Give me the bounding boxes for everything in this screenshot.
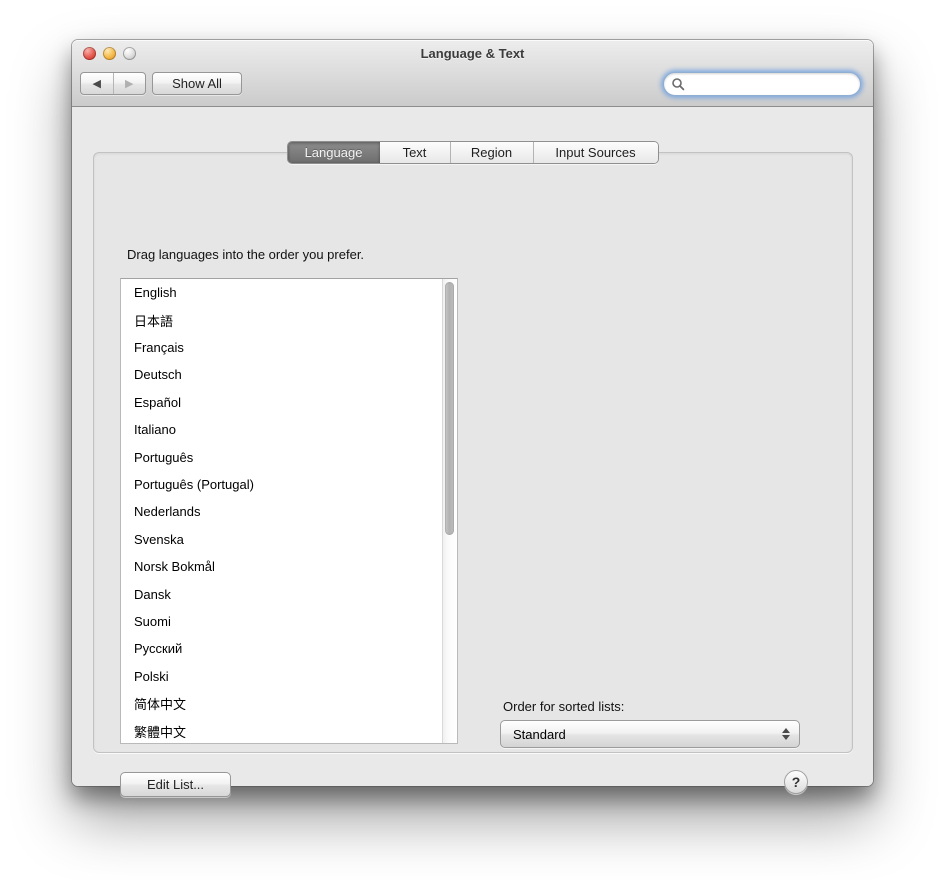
- back-button[interactable]: ◀: [81, 73, 114, 94]
- sorted-lists-label: Order for sorted lists:: [503, 699, 624, 714]
- list-item[interactable]: Suomi: [121, 608, 442, 635]
- list-item[interactable]: 繁體中文: [121, 718, 442, 744]
- content-area: Language Text Region Input Sources Drag …: [72, 107, 873, 786]
- list-item[interactable]: Svenska: [121, 526, 442, 553]
- list-item[interactable]: 日本語: [121, 306, 442, 333]
- edit-list-button[interactable]: Edit List...: [120, 772, 231, 797]
- language-list: English 日本語 Français Deutsch Español Ita…: [120, 278, 458, 744]
- list-item[interactable]: Polski: [121, 663, 442, 690]
- instruction-text: Drag languages into the order you prefer…: [127, 247, 364, 262]
- search-field[interactable]: [663, 72, 861, 96]
- language-rows: English 日本語 Français Deutsch Español Ita…: [121, 279, 442, 743]
- history-nav: ◀ ▶: [80, 72, 146, 95]
- list-item[interactable]: Italiano: [121, 416, 442, 443]
- list-item[interactable]: Français: [121, 334, 442, 361]
- show-all-button[interactable]: Show All: [152, 72, 242, 95]
- list-item[interactable]: Nederlands: [121, 498, 442, 525]
- search-input[interactable]: [685, 77, 873, 92]
- up-down-arrows-icon: [782, 721, 790, 747]
- list-item[interactable]: Русский: [121, 635, 442, 662]
- preferences-window: Language & Text ◀ ▶ Show All Language Te…: [72, 40, 873, 786]
- help-button[interactable]: ?: [784, 770, 808, 794]
- window-title: Language & Text: [72, 46, 873, 61]
- list-item[interactable]: English: [121, 279, 442, 306]
- tab-bar: Language Text Region Input Sources: [287, 141, 659, 164]
- list-item[interactable]: Dansk: [121, 580, 442, 607]
- list-item[interactable]: Norsk Bokmål: [121, 553, 442, 580]
- tab-text[interactable]: Text: [380, 142, 450, 163]
- scrollbar[interactable]: [442, 279, 457, 743]
- title-bar: Language & Text ◀ ▶ Show All: [72, 40, 873, 107]
- sorted-lists-dropdown[interactable]: Standard: [500, 720, 800, 748]
- list-item[interactable]: Português: [121, 443, 442, 470]
- tab-language[interactable]: Language: [288, 142, 380, 163]
- sorted-lists-value: Standard: [513, 727, 566, 742]
- list-item[interactable]: Español: [121, 389, 442, 416]
- list-item[interactable]: Deutsch: [121, 361, 442, 388]
- forward-button[interactable]: ▶: [114, 73, 146, 94]
- tab-input-sources[interactable]: Input Sources: [533, 142, 658, 163]
- magnifier-icon: [671, 77, 685, 91]
- scrollbar-thumb[interactable]: [445, 282, 454, 535]
- list-item[interactable]: 简体中文: [121, 690, 442, 717]
- list-item[interactable]: Português (Portugal): [121, 471, 442, 498]
- tab-region[interactable]: Region: [450, 142, 533, 163]
